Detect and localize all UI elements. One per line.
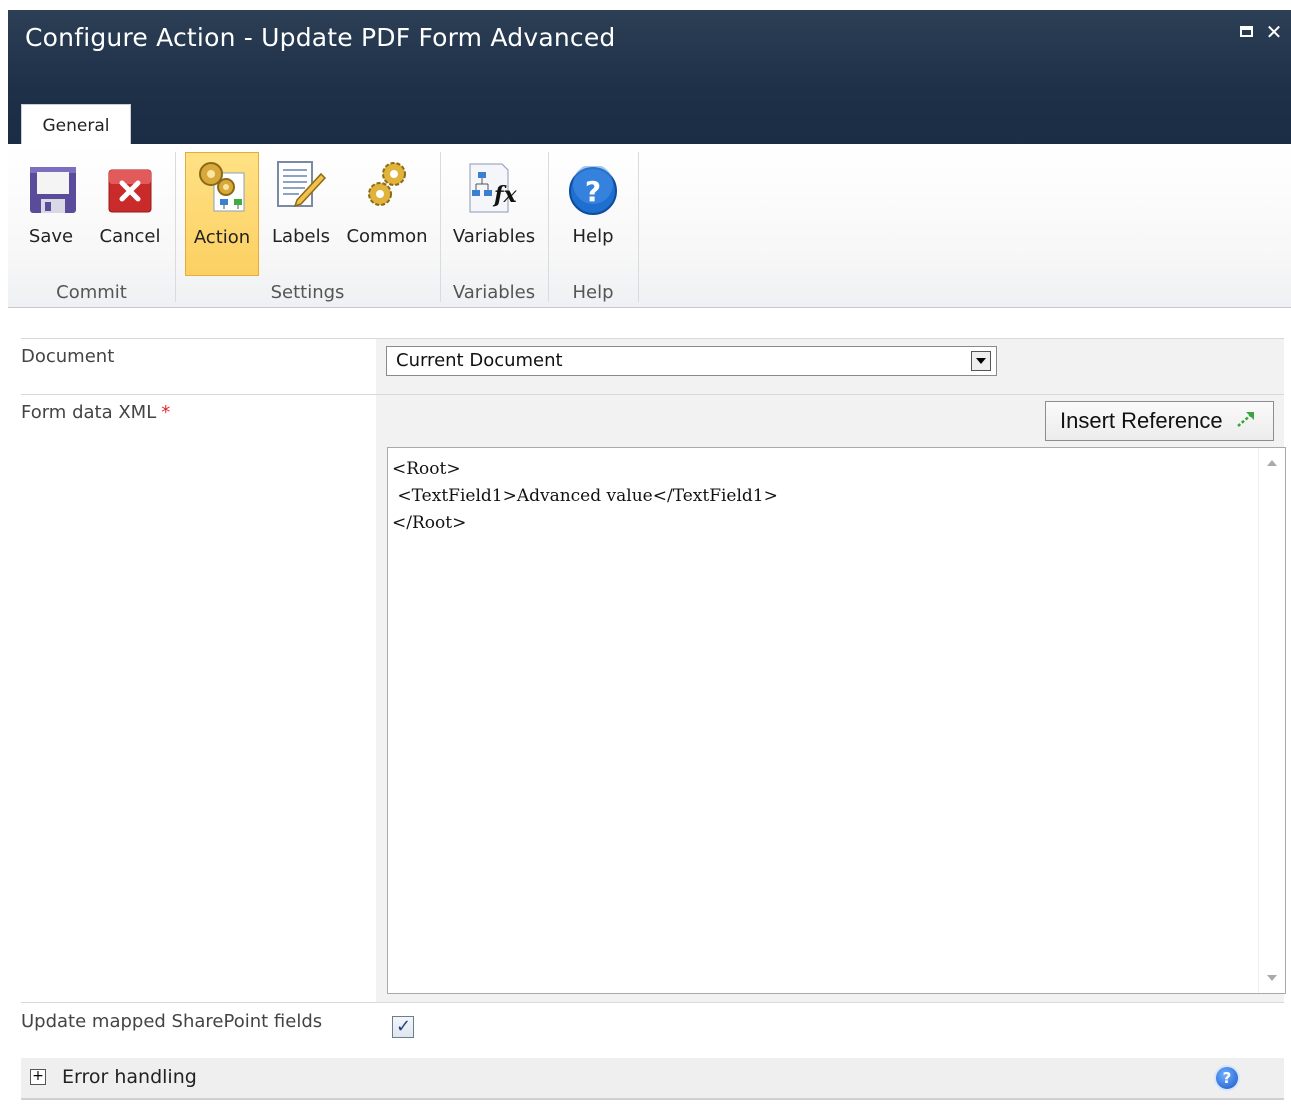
- expand-icon[interactable]: +: [30, 1069, 46, 1085]
- group-label-settings: Settings: [270, 282, 345, 303]
- close-icon[interactable]: ✕: [1264, 22, 1284, 42]
- update-mapped-checkbox[interactable]: ✓: [392, 1016, 414, 1038]
- scroll-down-icon[interactable]: [1267, 975, 1277, 981]
- question-icon: ?: [569, 166, 617, 215]
- cancel-label: Cancel: [99, 226, 161, 247]
- group-label-variables: Variables: [452, 282, 536, 303]
- document-select[interactable]: Current Document: [386, 346, 997, 376]
- labels-label: Labels: [272, 226, 330, 247]
- document-label: Document: [21, 346, 115, 367]
- error-handling-section: + Error handling ?: [21, 1058, 1284, 1100]
- variables-label: Variables: [452, 226, 536, 247]
- notepad-pencil-icon: [277, 161, 327, 208]
- update-mapped-label: Update mapped SharePoint fields: [21, 1011, 323, 1032]
- svg-text:fx: fx: [492, 182, 517, 208]
- help-button[interactable]: ? Help: [558, 152, 628, 276]
- document-select-value: Current Document: [396, 350, 563, 371]
- row-divider: [21, 1002, 1284, 1003]
- group-separator: [638, 152, 639, 302]
- error-handling-label[interactable]: Error handling: [62, 1066, 197, 1088]
- xml-content: <Root> <TextField1>Advanced value</TextF…: [392, 459, 778, 533]
- tab-general[interactable]: General: [21, 104, 131, 145]
- required-asterisk: *: [161, 402, 171, 423]
- labels-button[interactable]: Labels: [266, 152, 336, 276]
- save-label: Save: [28, 226, 74, 247]
- form-data-xml-label: Form data XML *: [21, 402, 170, 423]
- gears-icon: [368, 162, 406, 206]
- group-separator: [175, 152, 176, 302]
- form-data-xml-label-text: Form data XML: [21, 402, 157, 423]
- group-separator: [548, 152, 549, 302]
- group-label-help: Help: [572, 282, 614, 303]
- gears-workflow-icon: [199, 162, 245, 212]
- group-label-commit: Commit: [56, 282, 127, 303]
- form-data-xml-textarea[interactable]: <Root> <TextField1>Advanced value</TextF…: [387, 447, 1286, 994]
- action-button[interactable]: Action: [185, 152, 259, 276]
- help-label: Help: [572, 226, 614, 247]
- red-x-icon: [108, 169, 152, 213]
- common-button[interactable]: Common: [342, 152, 432, 276]
- fx-diagram-icon: fx: [469, 163, 517, 213]
- maximize-icon[interactable]: [1237, 22, 1257, 42]
- insert-reference-label: Insert Reference: [1060, 408, 1223, 433]
- scroll-up-icon[interactable]: [1267, 460, 1277, 466]
- cancel-button[interactable]: Cancel: [93, 152, 167, 276]
- dialog-title-bar: Configure Action - Update PDF Form Advan…: [8, 10, 1291, 144]
- help-icon[interactable]: ?: [1214, 1065, 1240, 1091]
- action-label: Action: [193, 227, 251, 248]
- dialog-title: Configure Action - Update PDF Form Advan…: [25, 23, 616, 52]
- ribbon: Save Cancel Action Labels Common fx Vari…: [8, 144, 1291, 308]
- svg-text:?: ?: [585, 175, 601, 208]
- group-separator: [440, 152, 441, 302]
- variables-button[interactable]: fx Variables: [448, 152, 540, 276]
- vertical-scrollbar[interactable]: [1258, 448, 1285, 993]
- insert-arrow-icon: [1237, 412, 1254, 427]
- checkmark-icon: ✓: [396, 1016, 412, 1037]
- floppy-disk-icon: [30, 167, 76, 213]
- chevron-down-icon[interactable]: [971, 351, 991, 371]
- common-label: Common: [346, 226, 428, 247]
- save-button[interactable]: Save: [16, 152, 86, 276]
- insert-reference-button[interactable]: Insert Reference: [1045, 401, 1274, 441]
